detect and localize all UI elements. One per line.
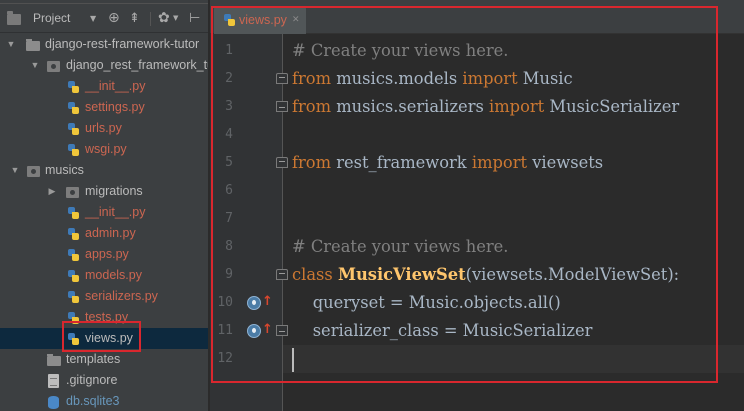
database-icon (48, 396, 59, 409)
tree-item-label: __init__.py (85, 205, 146, 219)
expanded-arrow-icon[interactable]: ▼ (10, 160, 20, 181)
project-view-label[interactable]: Project (33, 4, 70, 33)
package-icon (47, 61, 60, 72)
tree-item[interactable]: wsgi.py (0, 139, 208, 160)
python-file-icon (67, 269, 80, 283)
package-icon (27, 166, 40, 177)
tree-item-label: django_rest_framework_tu (66, 58, 209, 72)
gear-dropdown-icon[interactable]: ▼ (173, 4, 178, 33)
tree-item-label: django-rest-framework-tutor (45, 37, 200, 51)
tree-item[interactable]: ▼ django_rest_framework_tu (0, 55, 209, 76)
editor-highlight-box (211, 6, 718, 383)
project-tool-window: Project ▼ ⊕ ⇞ ✿ ▼ ⊢ ▼ django-rest-framewo… (0, 0, 209, 411)
hide-panel-icon[interactable]: ⊢ (189, 4, 200, 33)
tree-item-label: db.sqlite3 (66, 394, 120, 408)
gear-icon[interactable]: ✿ (158, 4, 170, 33)
folder-icon (26, 39, 40, 51)
tree-item-label: models.py (85, 268, 142, 282)
python-file-icon (67, 80, 80, 94)
tree-item-label: apps.py (85, 247, 129, 261)
tree-item-label: __init__.py (85, 79, 146, 93)
tree-item-label: serializers.py (85, 289, 158, 303)
tree-item[interactable]: __init__.py (0, 76, 208, 97)
text-file-icon (48, 374, 59, 388)
python-file-icon (67, 227, 80, 241)
tree-item[interactable]: admin.py (0, 223, 208, 244)
tree-item[interactable]: settings.py (0, 97, 208, 118)
python-file-icon (67, 122, 80, 136)
folder-icon (47, 354, 61, 366)
tree-item[interactable]: ▶ migrations (0, 181, 208, 202)
tree-item-label: migrations (85, 184, 143, 198)
expanded-arrow-icon[interactable]: ▼ (30, 55, 40, 76)
tree-item[interactable]: .gitignore (0, 370, 208, 391)
project-toolbar: Project ▼ ⊕ ⇞ ✿ ▼ ⊢ (0, 4, 208, 33)
python-file-icon (67, 206, 80, 220)
expanded-arrow-icon[interactable]: ▼ (6, 34, 16, 55)
python-file-icon (67, 101, 80, 115)
tree-item-label: admin.py (85, 226, 136, 240)
scroll-from-source-icon[interactable]: ⊕ (108, 4, 120, 33)
project-view-dropdown-icon[interactable]: ▼ (90, 4, 96, 33)
tree-item[interactable]: ▼ django-rest-framework-tutor (0, 34, 208, 55)
tree-item[interactable]: apps.py (0, 244, 208, 265)
views-file-highlight-box (62, 321, 141, 352)
collapse-all-icon[interactable]: ⇞ (129, 4, 140, 33)
tree-item-label: urls.py (85, 121, 122, 135)
python-file-icon (67, 248, 80, 262)
project-icon (7, 11, 21, 25)
tree-item[interactable]: __init__.py (0, 202, 208, 223)
collapsed-arrow-icon[interactable]: ▶ (47, 181, 57, 202)
tree-item-label: wsgi.py (85, 142, 127, 156)
package-icon (66, 187, 79, 198)
tree-item[interactable]: serializers.py (0, 286, 208, 307)
tree-item[interactable]: db.sqlite3 (0, 391, 208, 411)
tree-item-label: settings.py (85, 100, 145, 114)
python-file-icon (67, 143, 80, 157)
tree-item[interactable]: models.py (0, 265, 208, 286)
toolbar-separator (150, 12, 151, 26)
tree-item[interactable]: urls.py (0, 118, 208, 139)
tree-item-label: templates (66, 352, 121, 366)
tree-item[interactable]: templates (0, 349, 208, 370)
python-file-icon (67, 290, 80, 304)
tree-item-label: .gitignore (66, 373, 118, 387)
tree-item-label: musics (45, 163, 84, 177)
tree-item[interactable]: ▼ musics (0, 160, 208, 181)
